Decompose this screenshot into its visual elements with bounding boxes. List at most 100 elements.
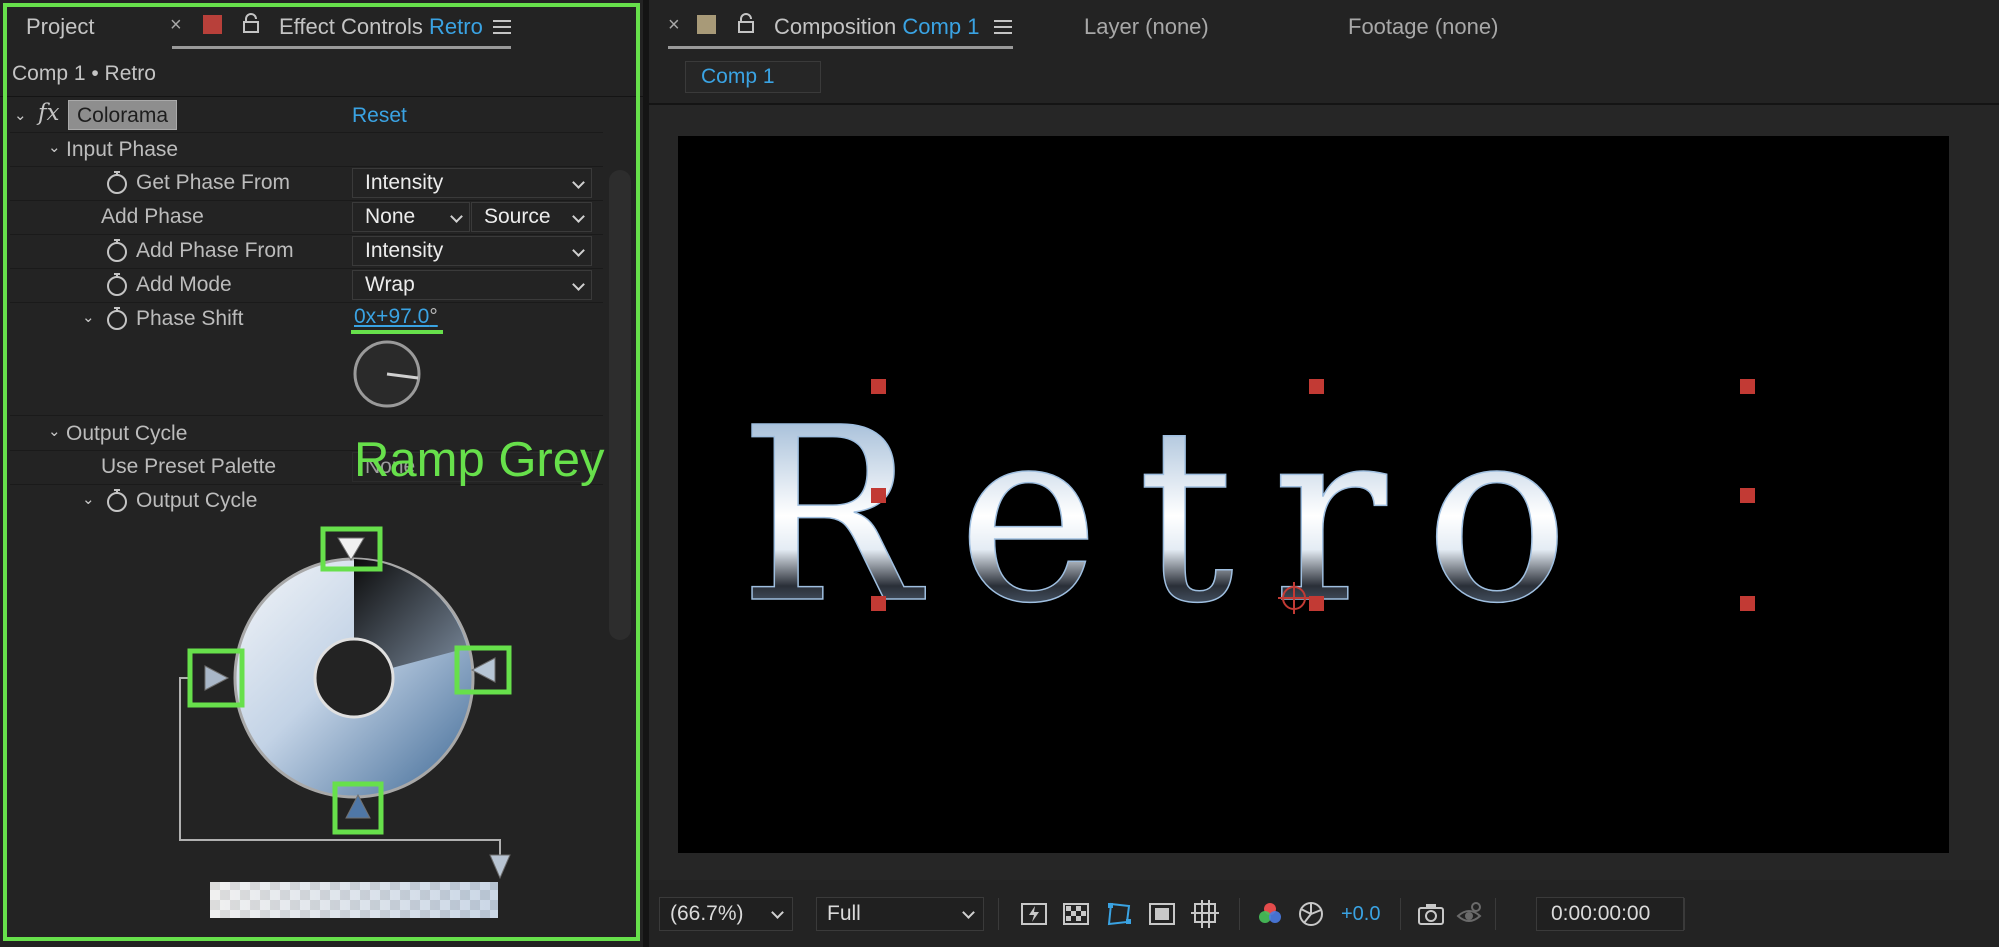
get-phase-from-row: Get Phase From Intensity [10,167,603,200]
stopwatch-icon[interactable] [104,305,130,331]
show-channel-icon[interactable] [1256,900,1284,928]
label-color-swatch[interactable] [697,15,716,34]
phase-shift-row: ⌄ Phase Shift [10,303,603,336]
phase-shift-value[interactable]: 0x+97.0° [354,305,438,329]
phase-shift-number: 0x+97.0 [354,305,430,328]
output-cycle-wheel[interactable] [170,520,530,920]
use-preset-palette-label: Use Preset Palette [101,455,277,478]
transparency-grid-icon[interactable] [1062,900,1090,928]
show-snapshot-icon[interactable] [1455,900,1483,928]
divider [1684,898,1685,930]
highlight-underline [351,330,443,334]
tab-layer[interactable]: Layer (none) [1084,14,1209,40]
fast-previews-icon[interactable] [1020,900,1048,928]
color-management-icon[interactable] [1297,900,1325,928]
divider [10,132,603,133]
close-icon[interactable]: × [170,14,182,37]
chevron-down-icon [572,244,585,257]
composition-panel: × Composition Comp 1 Layer (none) Footag… [649,0,1999,947]
lock-icon[interactable] [242,13,260,33]
tab-effect-controls[interactable]: Effect Controls Retro [279,14,483,40]
chevron-down-icon[interactable]: ⌄ [14,106,27,124]
tab-effect-controls-label: Effect Controls [279,14,423,39]
panel-menu-icon[interactable] [493,20,511,38]
add-phase-from-value: Intensity [365,239,444,262]
divider [1239,898,1240,930]
ramp-grey-annotation: Ramp Grey [354,433,605,487]
stopwatch-icon[interactable] [104,271,130,297]
zoom-value: (66.7%) [670,902,744,925]
chevron-down-icon [572,210,585,223]
divider [10,415,603,416]
add-mode-label: Add Mode [136,273,232,296]
chevron-down-icon [450,210,463,223]
add-phase-source-dropdown[interactable]: Source [471,202,592,232]
effect-controls-panel: Project × Effect Controls Retro Comp 1 •… [0,0,643,947]
chevron-down-icon [572,176,585,189]
tab-effect-controls-layer: Retro [429,14,483,39]
panel-menu-icon[interactable] [994,20,1012,38]
snapshot-camera-icon[interactable] [1417,900,1445,928]
resolution-dropdown[interactable]: Full [816,897,984,931]
vertical-scrollbar[interactable] [609,170,631,640]
retro-text-layer[interactable]: Retro [678,136,1949,853]
viewer-toolbar: (66.7%) Full +0.0 0:00:00:00 [649,880,1999,947]
chevron-down-icon [962,906,975,919]
add-phase-dropdown[interactable]: None [352,202,470,232]
chevron-down-icon [572,278,585,291]
composition-canvas[interactable]: Retro [678,136,1949,853]
add-phase-value: None [365,205,416,228]
exposure-value[interactable]: +0.0 [1341,903,1380,926]
add-mode-dropdown[interactable]: Wrap [352,270,592,300]
input-phase-group[interactable]: ⌄ Input Phase [10,134,603,167]
mask-path-visibility-icon[interactable] [1105,900,1133,928]
chevron-down-icon[interactable]: ⌄ [48,422,61,440]
breadcrumb: Comp 1 • Retro [12,62,156,85]
reset-button[interactable]: Reset [352,104,407,128]
left-tab-bar: Project × Effect Controls Retro [0,0,643,56]
lock-icon[interactable] [737,13,755,33]
add-phase-label: Add Phase [101,205,204,228]
stopwatch-icon[interactable] [104,169,130,195]
output-cycle-group-label: Output Cycle [66,422,188,445]
chevron-down-icon [771,906,784,919]
add-mode-value: Wrap [365,273,415,296]
get-phase-from-dropdown[interactable]: Intensity [352,168,592,198]
chevron-down-icon[interactable]: ⌄ [48,138,61,156]
grid-guides-icon[interactable] [1191,900,1219,928]
close-icon[interactable]: × [668,14,680,37]
tab-composition-name: Comp 1 [902,14,980,39]
active-tab-underline [668,46,1013,49]
output-cycle-row: ⌄ Output Cycle [10,485,603,518]
tab-footage[interactable]: Footage (none) [1348,14,1498,40]
tab-project[interactable]: Project [26,14,94,40]
timecode-value: 0:00:00:00 [1551,902,1651,925]
chevron-down-icon[interactable]: ⌄ [82,490,95,508]
label-color-swatch[interactable] [203,15,222,34]
phase-shift-angle-dial[interactable] [351,338,423,410]
region-of-interest-icon[interactable] [1148,900,1176,928]
phase-shift-label: Phase Shift [136,307,244,330]
get-phase-from-value: Intensity [365,171,444,194]
retro-text: Retro [739,376,1607,656]
input-phase-label: Input Phase [66,138,179,161]
current-time-display[interactable]: 0:00:00:00 [1536,897,1684,931]
add-phase-from-label: Add Phase From [136,239,294,262]
divider [998,898,999,930]
degree-unit: ° [429,305,438,328]
resolution-value: Full [827,902,861,925]
add-phase-from-dropdown[interactable]: Intensity [352,236,592,266]
stopwatch-icon[interactable] [104,487,130,513]
effect-name-colorama[interactable]: Colorama [68,100,178,130]
add-phase-row: Add Phase None Source [10,201,603,234]
stopwatch-icon[interactable] [104,237,130,263]
add-mode-row: Add Mode Wrap [10,269,603,302]
divider [1495,898,1496,930]
divider [1400,898,1401,930]
comp-breadcrumb-chip[interactable]: Comp 1 [685,61,821,93]
chevron-down-icon[interactable]: ⌄ [82,308,95,326]
magnification-dropdown[interactable]: (66.7%) [659,897,793,931]
add-phase-source-value: Source [484,205,551,228]
fx-icon[interactable]: fx [38,100,59,126]
tab-composition[interactable]: Composition Comp 1 [774,14,979,40]
